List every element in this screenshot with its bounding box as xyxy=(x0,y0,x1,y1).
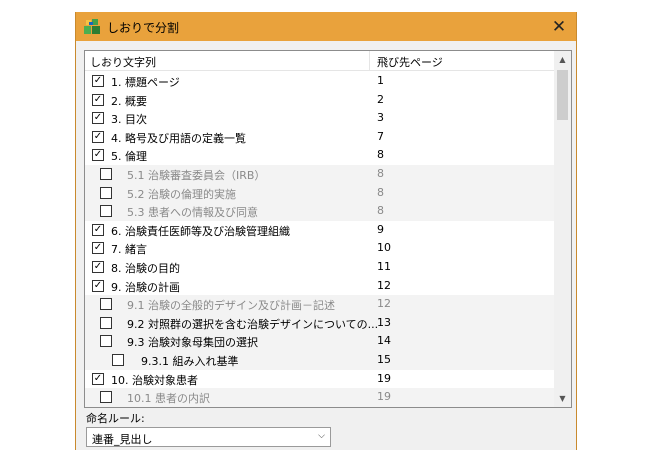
bookmark-label: 9. 治験の計画 xyxy=(111,280,180,294)
bookmark-label: 7. 緒言 xyxy=(111,243,147,257)
list-header: しおり文字列 飛び先ページ xyxy=(85,51,554,71)
target-page: 8 xyxy=(377,185,384,199)
bookmark-label: 10.1 患者の内訳 xyxy=(127,392,210,406)
target-page: 19 xyxy=(377,371,391,385)
bookmark-checkbox[interactable]: ✓ xyxy=(92,279,104,292)
target-page: 8 xyxy=(377,166,384,180)
list-item[interactable]: ✓ 8. 治験の目的 11 xyxy=(85,258,554,277)
list-item[interactable]: 5.2 治験の倫理的実施 8 xyxy=(85,183,554,203)
list-item[interactable]: ✓ 4. 略号及び用語の定義一覧 7 xyxy=(85,128,554,147)
bookmark-label: 6. 治験責任医師等及び治験管理組織 xyxy=(111,224,290,238)
split-bookmark-icon xyxy=(84,19,100,34)
target-page: 7 xyxy=(377,129,384,143)
naming-rule-label: 命名ルール: xyxy=(86,412,145,425)
list-item[interactable]: ✓ 10. 治験対象患者 19 xyxy=(85,370,554,389)
bookmark-checkbox[interactable]: ✓ xyxy=(92,223,104,236)
close-icon: ✕ xyxy=(551,16,567,37)
list-item[interactable]: ✓ 6. 治験責任医師等及び治験管理組織 9 xyxy=(85,221,554,240)
bookmark-label: 3. 目次 xyxy=(111,113,147,127)
list-item[interactable]: 9.1 治験の全般的デザイン及び計画－記述 12 xyxy=(85,295,554,314)
bookmark-checkbox[interactable]: ✓ xyxy=(92,372,104,385)
bookmark-checkbox[interactable] xyxy=(112,353,124,366)
bookmark-checkbox[interactable]: ✓ xyxy=(92,130,104,143)
bookmark-checkbox[interactable]: ✓ xyxy=(92,112,104,125)
bookmark-checkbox[interactable] xyxy=(100,391,112,404)
bookmark-checkbox[interactable] xyxy=(100,186,112,199)
column-header-page[interactable]: 飛び先ページ xyxy=(377,54,443,70)
bookmark-checkbox[interactable]: ✓ xyxy=(92,93,104,106)
list-rows: ✓ 1. 標題ページ 1 ✓ 2. 概要 2 ✓ 3. 目次 3 ✓ 4. 略号及び用語の定義一覧 7… xyxy=(85,72,554,407)
target-page: 8 xyxy=(377,204,384,218)
bookmark-label: 1. 標題ページ xyxy=(111,76,180,89)
bookmark-checkbox[interactable] xyxy=(100,335,112,348)
bookmark-label: 2. 概要 xyxy=(111,94,147,108)
column-divider[interactable] xyxy=(369,51,370,71)
list-item[interactable]: ✓ 9. 治験の計画 12 xyxy=(85,277,554,296)
bookmark-label: 4. 略号及び用語の定義一覧 xyxy=(111,131,246,145)
list-item[interactable]: 9.3 治験対象母集団の選択 14 xyxy=(85,332,554,351)
list-item[interactable]: 10.1 患者の内訳 19 xyxy=(85,388,554,407)
list-item[interactable]: 9.2 対照群の選択を含む治験デザインについての... 13 xyxy=(85,313,554,333)
bookmark-label: 5.1 治験審査委員会（IRB） xyxy=(127,168,266,182)
target-page: 13 xyxy=(377,315,391,329)
target-page: 2 xyxy=(377,92,384,106)
close-button[interactable]: ✕ xyxy=(542,12,576,41)
target-page: 12 xyxy=(377,297,391,311)
dialog-title: しおりで分割 xyxy=(107,21,180,35)
naming-rule-value: 連番_見出し xyxy=(92,433,153,446)
list-item[interactable]: ✓ 2. 概要 2 xyxy=(85,91,554,110)
bookmark-list[interactable]: しおり文字列 飛び先ページ ✓ 1. 標題ページ 1 ✓ 2. 概要 2 ✓ 3. 目次 3 ✓ 4… xyxy=(84,50,572,408)
target-page: 19 xyxy=(377,390,391,404)
title-bar[interactable]: しおりで分割 ✕ xyxy=(76,12,576,41)
bookmark-label: 5.3 患者への情報及び同意 xyxy=(127,206,258,220)
bookmark-checkbox[interactable] xyxy=(100,205,112,218)
list-item[interactable]: ✓ 5. 倫理 8 xyxy=(85,146,554,165)
bookmark-label: 9.2 対照群の選択を含む治験デザインについての... xyxy=(127,317,379,331)
split-by-bookmark-dialog: しおりで分割 ✕ しおり文字列 飛び先ページ ✓ 1. 標題ページ 1 ✓ 2. 概要 2… xyxy=(75,12,577,450)
vertical-scrollbar[interactable]: ▲ ▼ xyxy=(554,51,571,407)
bookmark-label: 9.1 治験の全般的デザイン及び計画－記述 xyxy=(127,299,335,313)
list-item[interactable]: ✓ 3. 目次 3 xyxy=(85,109,554,128)
target-page: 9 xyxy=(377,222,384,236)
scroll-up-icon[interactable]: ▲ xyxy=(554,51,571,68)
target-page: 14 xyxy=(377,334,391,348)
list-item[interactable]: ✓ 7. 緒言 10 xyxy=(85,239,554,258)
target-page: 11 xyxy=(377,259,391,273)
chevron-down-icon: ⌵ xyxy=(318,431,325,441)
bookmark-checkbox[interactable]: ✓ xyxy=(92,260,104,273)
bookmark-label: 5.2 治験の倫理的実施 xyxy=(127,187,236,201)
bookmark-label: 10. 治験対象患者 xyxy=(111,373,198,387)
bookmark-checkbox[interactable] xyxy=(100,316,112,329)
target-page: 1 xyxy=(377,74,384,87)
bookmark-label: 9.3 治験対象母集団の選択 xyxy=(127,336,258,350)
column-header-bookmark[interactable]: しおり文字列 xyxy=(90,54,156,70)
bookmark-checkbox[interactable] xyxy=(100,167,112,180)
scroll-down-icon[interactable]: ▼ xyxy=(554,390,571,407)
bookmark-label: 5. 倫理 xyxy=(111,150,147,164)
bookmark-checkbox[interactable] xyxy=(100,298,112,311)
bookmark-label: 8. 治験の目的 xyxy=(111,261,180,275)
target-page: 10 xyxy=(377,241,391,255)
naming-rule-select[interactable]: 連番_見出し ⌵ xyxy=(86,427,331,447)
target-page: 12 xyxy=(377,278,391,292)
list-item[interactable]: 5.3 患者への情報及び同意 8 xyxy=(85,202,554,221)
list-item[interactable]: 9.3.1 組み入れ基準 15 xyxy=(85,350,554,370)
bookmark-checkbox[interactable]: ✓ xyxy=(92,75,104,87)
target-page: 8 xyxy=(377,148,384,162)
list-item[interactable]: 5.1 治験審査委員会（IRB） 8 xyxy=(85,164,554,184)
bookmark-checkbox[interactable]: ✓ xyxy=(92,242,104,255)
target-page: 3 xyxy=(377,111,384,125)
list-item[interactable]: ✓ 1. 標題ページ 1 xyxy=(85,72,554,91)
bookmark-label: 9.3.1 組み入れ基準 xyxy=(141,354,239,368)
target-page: 15 xyxy=(377,352,391,366)
scroll-thumb[interactable] xyxy=(557,70,568,120)
bookmark-checkbox[interactable]: ✓ xyxy=(92,149,104,162)
